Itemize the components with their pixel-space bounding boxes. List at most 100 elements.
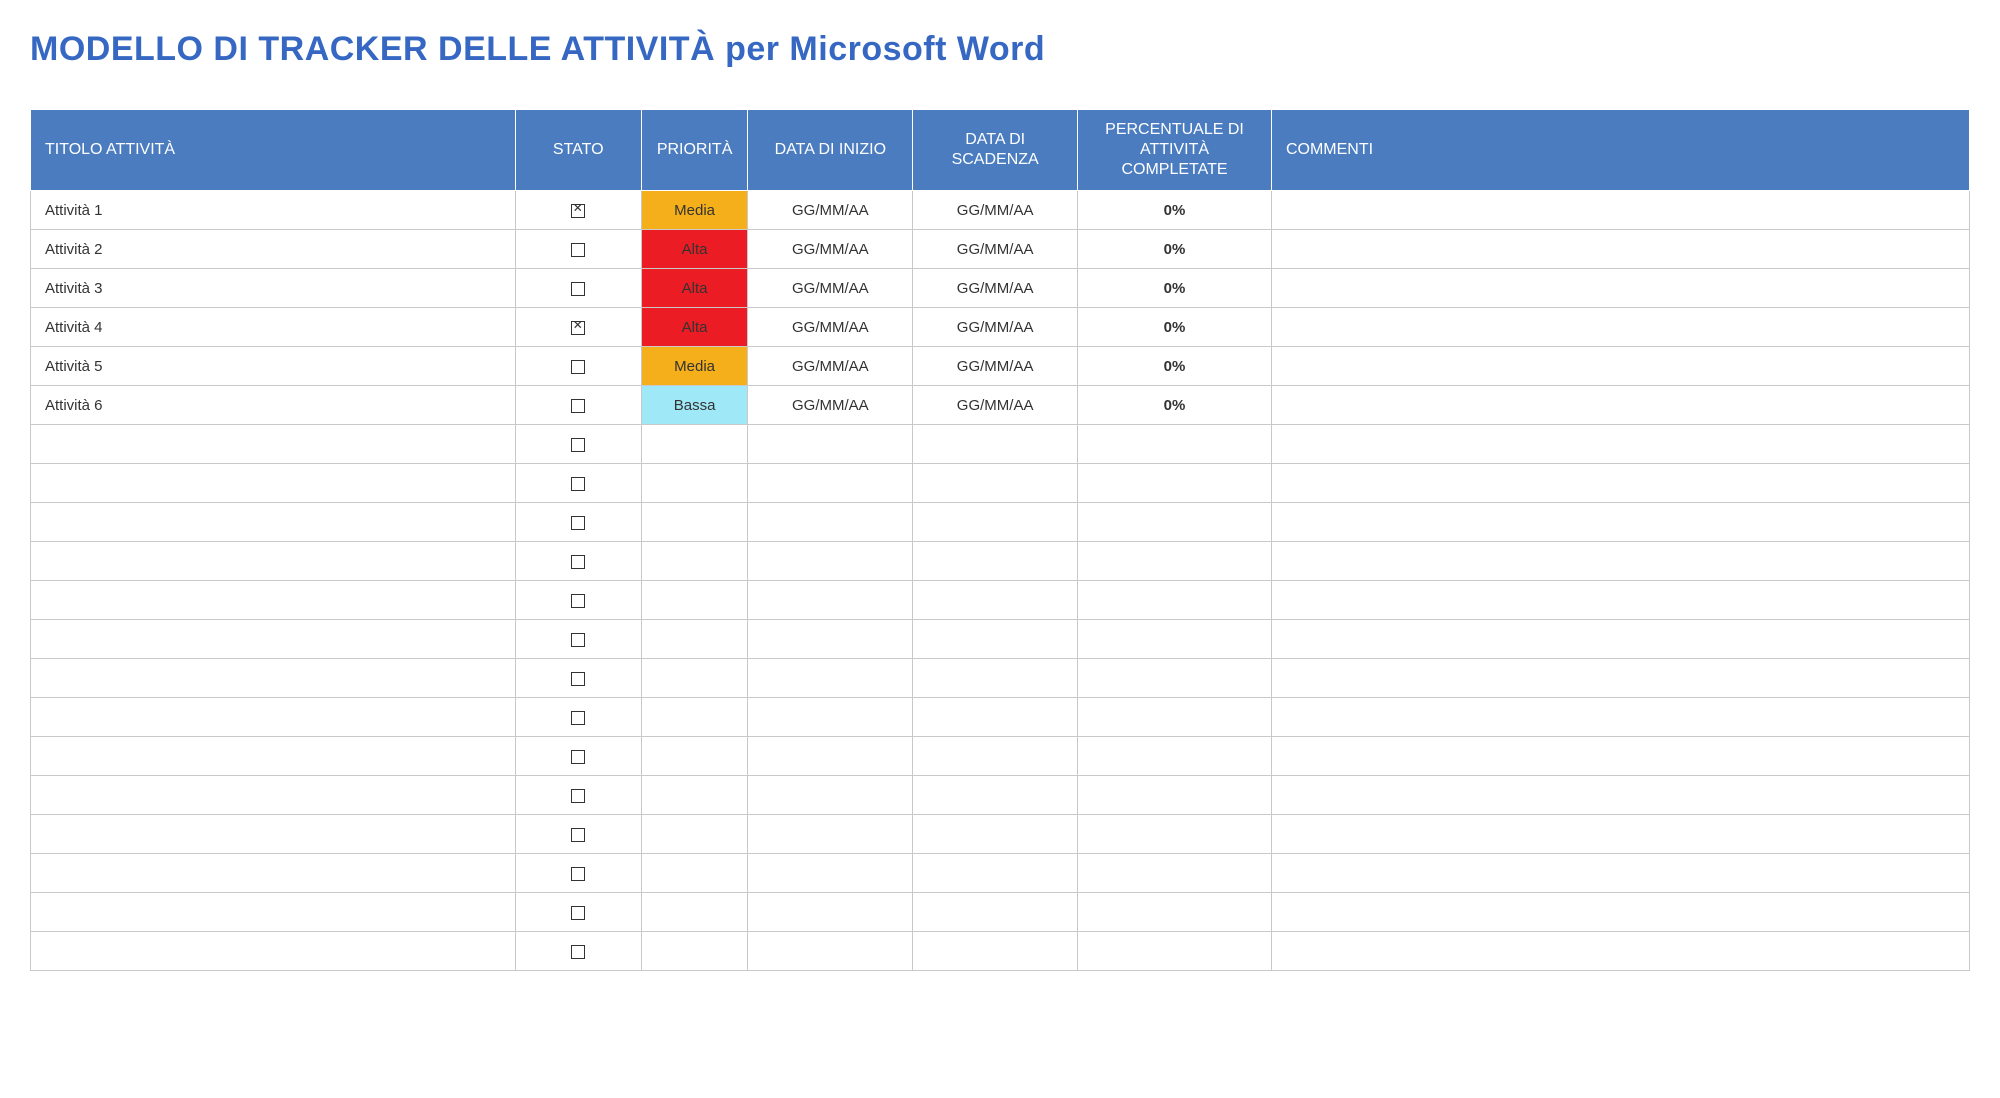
status-checkbox[interactable] bbox=[571, 633, 585, 647]
cell-priority[interactable] bbox=[641, 464, 748, 503]
cell-start-date[interactable]: GG/MM/AA bbox=[748, 191, 913, 230]
cell-start-date[interactable] bbox=[748, 620, 913, 659]
cell-comments[interactable] bbox=[1271, 893, 1969, 932]
status-checkbox[interactable] bbox=[571, 711, 585, 725]
cell-title[interactable] bbox=[31, 620, 516, 659]
cell-due-date[interactable] bbox=[913, 620, 1078, 659]
cell-percent[interactable] bbox=[1078, 854, 1272, 893]
cell-due-date[interactable]: GG/MM/AA bbox=[913, 347, 1078, 386]
cell-comments[interactable] bbox=[1271, 347, 1969, 386]
cell-start-date[interactable] bbox=[748, 815, 913, 854]
cell-due-date[interactable] bbox=[913, 503, 1078, 542]
cell-comments[interactable] bbox=[1271, 620, 1969, 659]
cell-start-date[interactable] bbox=[748, 581, 913, 620]
cell-due-date[interactable] bbox=[913, 698, 1078, 737]
cell-percent[interactable] bbox=[1078, 620, 1272, 659]
cell-title[interactable] bbox=[31, 698, 516, 737]
status-checkbox[interactable] bbox=[571, 204, 585, 218]
cell-percent[interactable]: 0% bbox=[1078, 347, 1272, 386]
cell-priority[interactable] bbox=[641, 698, 748, 737]
cell-start-date[interactable] bbox=[748, 464, 913, 503]
cell-percent[interactable] bbox=[1078, 425, 1272, 464]
cell-priority[interactable]: Bassa bbox=[641, 386, 748, 425]
cell-due-date[interactable]: GG/MM/AA bbox=[913, 308, 1078, 347]
cell-title[interactable]: Attività 5 bbox=[31, 347, 516, 386]
status-checkbox[interactable] bbox=[571, 789, 585, 803]
cell-title[interactable]: Attività 3 bbox=[31, 269, 516, 308]
cell-start-date[interactable] bbox=[748, 737, 913, 776]
cell-due-date[interactable] bbox=[913, 932, 1078, 971]
cell-priority[interactable] bbox=[641, 815, 748, 854]
cell-priority[interactable] bbox=[641, 425, 748, 464]
cell-percent[interactable] bbox=[1078, 698, 1272, 737]
cell-percent[interactable] bbox=[1078, 659, 1272, 698]
cell-start-date[interactable] bbox=[748, 893, 913, 932]
cell-percent[interactable]: 0% bbox=[1078, 386, 1272, 425]
status-checkbox[interactable] bbox=[571, 594, 585, 608]
cell-comments[interactable] bbox=[1271, 854, 1969, 893]
cell-percent[interactable] bbox=[1078, 464, 1272, 503]
cell-priority[interactable] bbox=[641, 776, 748, 815]
cell-title[interactable] bbox=[31, 854, 516, 893]
cell-due-date[interactable] bbox=[913, 893, 1078, 932]
cell-due-date[interactable] bbox=[913, 425, 1078, 464]
cell-start-date[interactable]: GG/MM/AA bbox=[748, 308, 913, 347]
cell-percent[interactable] bbox=[1078, 737, 1272, 776]
cell-comments[interactable] bbox=[1271, 425, 1969, 464]
cell-comments[interactable] bbox=[1271, 503, 1969, 542]
cell-title[interactable]: Attività 4 bbox=[31, 308, 516, 347]
cell-priority[interactable] bbox=[641, 659, 748, 698]
cell-priority[interactable] bbox=[641, 581, 748, 620]
cell-priority[interactable] bbox=[641, 737, 748, 776]
cell-due-date[interactable] bbox=[913, 464, 1078, 503]
cell-title[interactable] bbox=[31, 581, 516, 620]
cell-start-date[interactable] bbox=[748, 776, 913, 815]
cell-title[interactable] bbox=[31, 425, 516, 464]
cell-percent[interactable] bbox=[1078, 932, 1272, 971]
cell-start-date[interactable] bbox=[748, 503, 913, 542]
cell-percent[interactable] bbox=[1078, 776, 1272, 815]
cell-priority[interactable]: Media bbox=[641, 191, 748, 230]
cell-due-date[interactable]: GG/MM/AA bbox=[913, 191, 1078, 230]
cell-title[interactable]: Attività 1 bbox=[31, 191, 516, 230]
cell-title[interactable] bbox=[31, 464, 516, 503]
cell-priority[interactable]: Media bbox=[641, 347, 748, 386]
cell-percent[interactable] bbox=[1078, 815, 1272, 854]
status-checkbox[interactable] bbox=[571, 555, 585, 569]
cell-comments[interactable] bbox=[1271, 386, 1969, 425]
cell-due-date[interactable] bbox=[913, 854, 1078, 893]
cell-comments[interactable] bbox=[1271, 230, 1969, 269]
cell-priority[interactable] bbox=[641, 932, 748, 971]
status-checkbox[interactable] bbox=[571, 672, 585, 686]
cell-percent[interactable] bbox=[1078, 542, 1272, 581]
cell-comments[interactable] bbox=[1271, 308, 1969, 347]
cell-title[interactable] bbox=[31, 542, 516, 581]
cell-due-date[interactable] bbox=[913, 737, 1078, 776]
status-checkbox[interactable] bbox=[571, 828, 585, 842]
status-checkbox[interactable] bbox=[571, 945, 585, 959]
cell-priority[interactable]: Alta bbox=[641, 230, 748, 269]
cell-comments[interactable] bbox=[1271, 815, 1969, 854]
cell-priority[interactable] bbox=[641, 503, 748, 542]
status-checkbox[interactable] bbox=[571, 906, 585, 920]
cell-start-date[interactable] bbox=[748, 854, 913, 893]
cell-priority[interactable] bbox=[641, 620, 748, 659]
cell-comments[interactable] bbox=[1271, 191, 1969, 230]
cell-percent[interactable]: 0% bbox=[1078, 191, 1272, 230]
cell-start-date[interactable] bbox=[748, 542, 913, 581]
cell-start-date[interactable]: GG/MM/AA bbox=[748, 269, 913, 308]
cell-due-date[interactable]: GG/MM/AA bbox=[913, 269, 1078, 308]
cell-title[interactable] bbox=[31, 659, 516, 698]
cell-comments[interactable] bbox=[1271, 581, 1969, 620]
status-checkbox[interactable] bbox=[571, 438, 585, 452]
cell-due-date[interactable] bbox=[913, 581, 1078, 620]
cell-title[interactable]: Attività 6 bbox=[31, 386, 516, 425]
cell-comments[interactable] bbox=[1271, 737, 1969, 776]
cell-title[interactable]: Attività 2 bbox=[31, 230, 516, 269]
cell-title[interactable] bbox=[31, 893, 516, 932]
status-checkbox[interactable] bbox=[571, 867, 585, 881]
cell-percent[interactable] bbox=[1078, 893, 1272, 932]
cell-start-date[interactable]: GG/MM/AA bbox=[748, 230, 913, 269]
cell-start-date[interactable]: GG/MM/AA bbox=[748, 386, 913, 425]
cell-start-date[interactable] bbox=[748, 659, 913, 698]
